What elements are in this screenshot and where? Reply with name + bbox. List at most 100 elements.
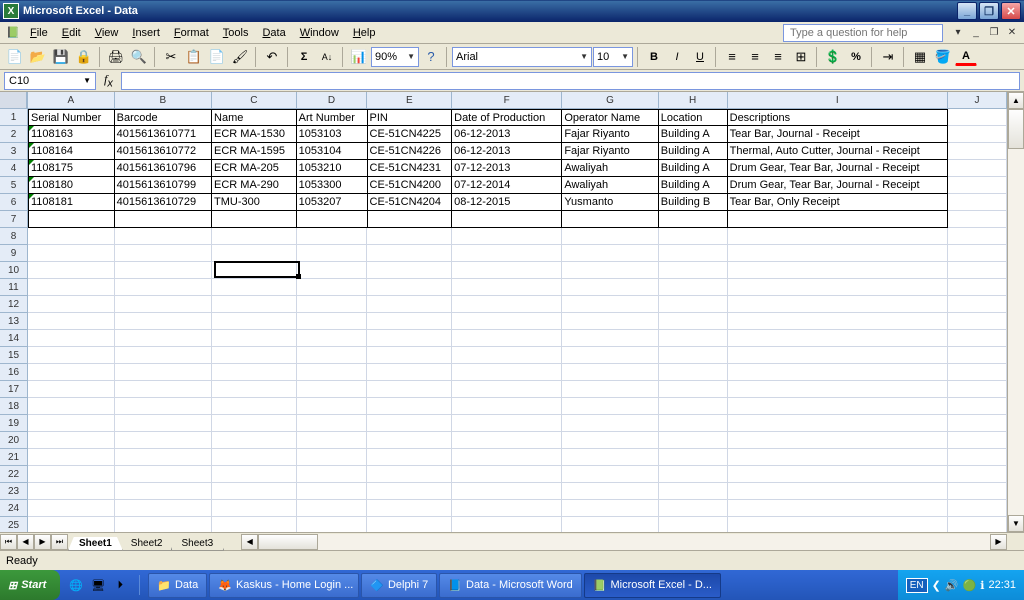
cell[interactable] xyxy=(728,517,948,532)
chart-button[interactable]: 📊 xyxy=(348,46,370,68)
cell[interactable]: Descriptions xyxy=(728,109,948,126)
cell[interactable] xyxy=(28,211,115,228)
percent-button[interactable]: % xyxy=(845,46,867,68)
cell[interactable] xyxy=(948,313,1007,330)
scroll-right-button[interactable]: ▶ xyxy=(990,534,1007,550)
minimize-button[interactable]: _ xyxy=(957,2,977,20)
format-painter-button[interactable]: 🖌 xyxy=(229,46,251,68)
cell[interactable] xyxy=(452,211,562,228)
cell[interactable] xyxy=(297,398,368,415)
cell[interactable] xyxy=(728,245,948,262)
cell[interactable]: 4015613610729 xyxy=(115,194,212,211)
cell[interactable]: 08-12-2015 xyxy=(452,194,562,211)
cell[interactable] xyxy=(728,398,948,415)
tray-icon[interactable]: 🟢 xyxy=(963,579,977,592)
zoom-combo[interactable]: 90%▼ xyxy=(371,47,419,67)
cell[interactable] xyxy=(562,245,658,262)
cell[interactable] xyxy=(28,364,115,381)
cell[interactable] xyxy=(948,415,1007,432)
cell[interactable] xyxy=(728,262,948,279)
cell[interactable] xyxy=(28,381,115,398)
ql-ie-icon[interactable]: 🌐 xyxy=(66,573,86,597)
help-dropdown[interactable]: ▾ xyxy=(950,26,966,40)
cell[interactable] xyxy=(452,432,562,449)
cell[interactable] xyxy=(659,262,728,279)
menu-data[interactable]: Data xyxy=(255,25,292,41)
font-combo[interactable]: Arial▼ xyxy=(452,47,592,67)
menu-window[interactable]: Window xyxy=(293,25,346,41)
cell[interactable] xyxy=(948,449,1007,466)
cell[interactable] xyxy=(659,296,728,313)
taskbar-button[interactable]: 🔷Delphi 7 xyxy=(361,573,437,598)
cell[interactable] xyxy=(728,381,948,398)
row-header[interactable]: 4 xyxy=(0,160,27,177)
permissions-button[interactable]: 🔒 xyxy=(73,46,95,68)
start-button[interactable]: ⊞ Start xyxy=(0,570,60,600)
cell[interactable] xyxy=(452,381,562,398)
formula-bar[interactable] xyxy=(121,72,1020,90)
cell[interactable] xyxy=(367,262,452,279)
row-header[interactable]: 24 xyxy=(0,500,27,517)
cell[interactable] xyxy=(115,262,212,279)
cell[interactable]: ECR MA-1530 xyxy=(212,126,297,143)
cell[interactable] xyxy=(948,177,1007,194)
cell[interactable] xyxy=(212,449,297,466)
cell[interactable] xyxy=(115,313,212,330)
cell[interactable] xyxy=(659,483,728,500)
scroll-track[interactable] xyxy=(1008,109,1024,515)
prev-sheet-button[interactable]: ◀ xyxy=(17,534,34,550)
cell[interactable] xyxy=(28,449,115,466)
cell[interactable]: Building A xyxy=(659,126,728,143)
cell[interactable] xyxy=(115,211,212,228)
menu-insert[interactable]: Insert xyxy=(125,25,167,41)
vertical-scrollbar[interactable]: ▲ ▼ xyxy=(1007,92,1024,532)
cell[interactable] xyxy=(28,228,115,245)
cell[interactable]: Fajar Riyanto xyxy=(562,126,658,143)
cell[interactable] xyxy=(297,262,368,279)
cell[interactable] xyxy=(562,483,658,500)
cell[interactable]: Serial Number xyxy=(28,109,115,126)
cell[interactable] xyxy=(367,517,452,532)
row-header[interactable]: 8 xyxy=(0,228,27,245)
cell[interactable] xyxy=(562,432,658,449)
cell[interactable]: ECR MA-1595 xyxy=(212,143,297,160)
cell[interactable] xyxy=(368,211,453,228)
doc-restore-button[interactable]: ❐ xyxy=(986,26,1002,40)
sort-button[interactable]: A↓ xyxy=(316,46,338,68)
hscroll-track[interactable] xyxy=(258,534,990,550)
cell[interactable] xyxy=(297,279,368,296)
cell[interactable] xyxy=(367,432,452,449)
borders-button[interactable]: ▦ xyxy=(909,46,931,68)
merge-button[interactable]: ⊞ xyxy=(790,46,812,68)
cell[interactable] xyxy=(28,466,115,483)
row-header[interactable]: 14 xyxy=(0,330,27,347)
cell[interactable] xyxy=(367,347,452,364)
help-search[interactable] xyxy=(783,24,943,42)
cell[interactable]: CE-51CN4231 xyxy=(368,160,453,177)
cell[interactable] xyxy=(659,432,728,449)
cell[interactable] xyxy=(115,364,212,381)
cell[interactable] xyxy=(562,296,658,313)
system-tray[interactable]: EN ❮ 🔊 🟢 ℹ 22:31 xyxy=(898,570,1024,600)
menu-file[interactable]: File xyxy=(23,25,55,41)
paste-button[interactable]: 📄 xyxy=(206,46,228,68)
restore-button[interactable]: ❐ xyxy=(979,2,999,20)
cell[interactable] xyxy=(367,398,452,415)
cell[interactable]: CE-51CN4200 xyxy=(368,177,453,194)
cell[interactable] xyxy=(452,279,562,296)
cell[interactable]: CE-51CN4226 xyxy=(368,143,453,160)
cell[interactable]: 1108180 xyxy=(28,177,115,194)
cell[interactable]: 07-12-2014 xyxy=(452,177,562,194)
select-all-corner[interactable] xyxy=(0,92,27,109)
scroll-left-button[interactable]: ◀ xyxy=(241,534,258,550)
cell[interactable] xyxy=(562,262,658,279)
underline-button[interactable]: U xyxy=(689,46,711,68)
save-button[interactable]: 💾 xyxy=(50,46,72,68)
cell[interactable] xyxy=(212,296,297,313)
cell[interactable] xyxy=(28,330,115,347)
cell[interactable] xyxy=(115,279,212,296)
cell[interactable] xyxy=(28,313,115,330)
cell[interactable] xyxy=(367,228,452,245)
cell[interactable] xyxy=(728,211,948,228)
cell[interactable] xyxy=(948,466,1007,483)
